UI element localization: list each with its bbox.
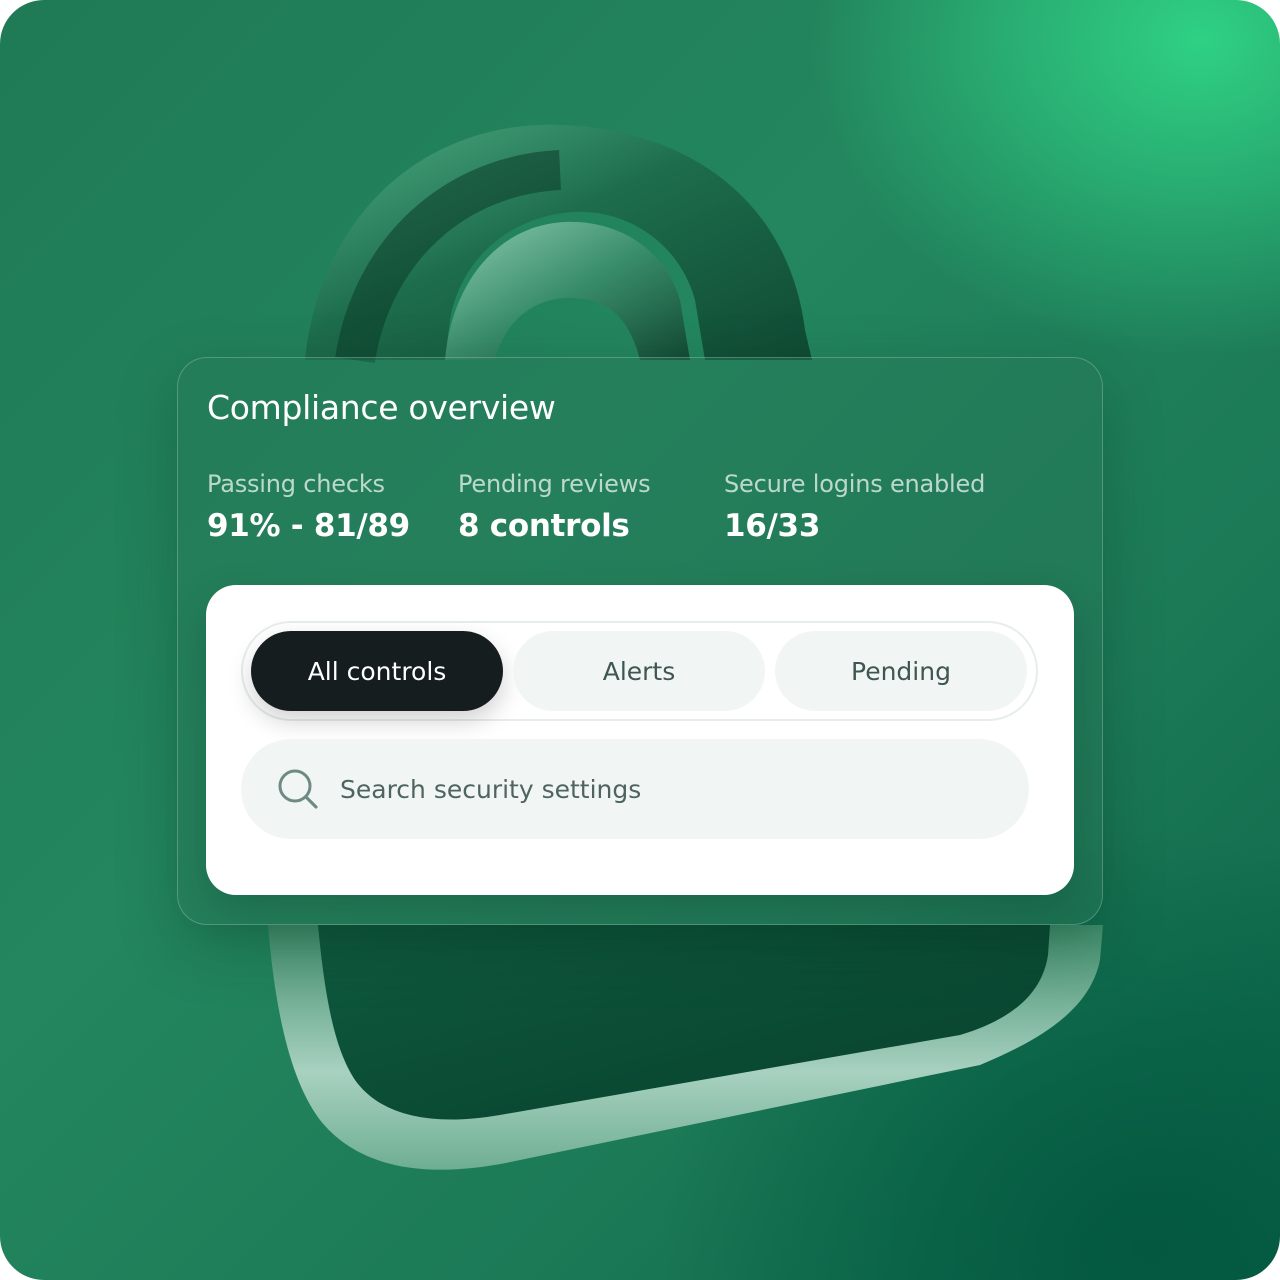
stat-secure-logins: Secure logins enabled 16/33	[724, 470, 985, 544]
search-icon	[275, 766, 321, 812]
tab-alerts[interactable]: Alerts	[513, 631, 765, 711]
stat-passing-checks: Passing checks 91% - 81/89	[207, 470, 410, 544]
hero-canvas: Compliance overview Passing checks 91% -…	[0, 0, 1280, 1280]
stat-value: 91% - 81/89	[207, 508, 410, 544]
stat-value: 16/33	[724, 508, 821, 544]
panel-title: Compliance overview	[207, 388, 556, 427]
search-input[interactable]	[338, 773, 982, 805]
stat-pending-reviews: Pending reviews 8 controls	[458, 470, 651, 544]
search-bar[interactable]	[241, 739, 1029, 839]
tab-all-controls[interactable]: All controls	[251, 631, 503, 711]
stat-label: Secure logins enabled	[724, 470, 986, 498]
filter-tabs: All controls Alerts Pending	[241, 621, 1038, 721]
tab-pending[interactable]: Pending	[775, 631, 1027, 711]
stat-label: Passing checks	[207, 470, 385, 498]
stat-value: 8 controls	[458, 508, 630, 544]
controls-card: All controls Alerts Pending	[206, 585, 1074, 895]
stat-label: Pending reviews	[458, 470, 651, 498]
